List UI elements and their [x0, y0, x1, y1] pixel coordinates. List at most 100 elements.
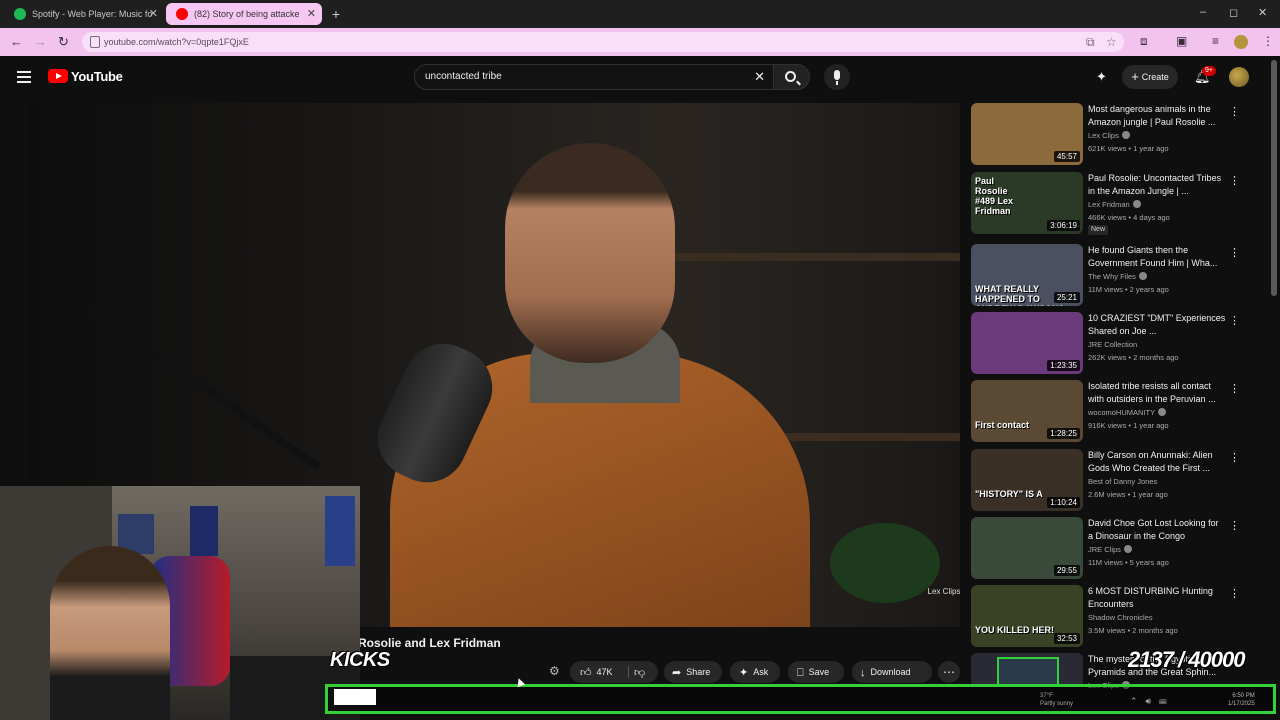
recommendation-channel[interactable]: Lex Clips: [1088, 131, 1130, 140]
recommendation-item[interactable]: WHAT REALLY HAPPENED TO ANDREW DAWSON?25…: [971, 244, 1261, 306]
create-label: Create: [1141, 72, 1169, 82]
video-thumbnail[interactable]: 1:23:35: [971, 312, 1083, 374]
forward-icon[interactable]: →: [34, 34, 47, 49]
address-bar[interactable]: youtube.com/watch?v=0qpte1FQjxE ⧉ ☆: [82, 32, 1124, 52]
notification-badge: 9+: [1202, 66, 1216, 76]
extensions-icon[interactable]: ⧈: [1140, 34, 1148, 49]
more-actions-button[interactable]: ⋯: [938, 661, 960, 683]
recommendation-meta: 3.5M views • 2 months ago: [1088, 626, 1178, 635]
page-scrollbar[interactable]: [1271, 60, 1277, 296]
ask-button[interactable]: ✦ Ask: [730, 661, 780, 683]
recommendation-title[interactable]: Paul Rosolie: Uncontacted Tribes in the …: [1088, 172, 1226, 198]
microphone-icon: [834, 70, 840, 85]
recommendation-item[interactable]: 29:55 David Choe Got Lost Looking for a D…: [971, 517, 1261, 579]
video-thumbnail[interactable]: Paul Rosolie #489 Lex Fridman 3:06:19: [971, 172, 1083, 234]
install-app-icon[interactable]: ⧉: [1086, 35, 1095, 50]
channel-watermark[interactable]: Lex Clips: [926, 587, 960, 597]
close-window-button[interactable]: ✕: [1258, 6, 1267, 19]
more-vertical-icon[interactable]: ⋮: [1229, 105, 1240, 118]
recommendation-item[interactable]: First contact 1:28:25 Isolated tribe resis…: [971, 380, 1261, 442]
share-label: Share: [686, 667, 711, 677]
recommendation-item[interactable]: 1:23:35 10 CRAZIEST "DMT" Experiences Sha…: [971, 312, 1261, 374]
tab-title: Spotify - Web Player: Music fo: [32, 9, 153, 19]
youtube-logo-icon[interactable]: [48, 69, 68, 83]
recommendation-channel[interactable]: The Why Files: [1088, 272, 1147, 281]
video-thumbnail[interactable]: WHAT REALLY HAPPENED TO ANDREW DAWSON?25…: [971, 244, 1083, 306]
recommendation-title[interactable]: He found Giants then the Government Foun…: [1088, 244, 1226, 270]
recommendation-channel[interactable]: Best of Danny Jones: [1088, 477, 1157, 486]
recommendation-title[interactable]: Most dangerous animals in the Amazon jun…: [1088, 103, 1226, 129]
recommendation-meta: 11M views • 2 years ago: [1088, 285, 1169, 294]
menu-icon[interactable]: [17, 71, 31, 83]
browser-tab-youtube[interactable]: (82) Story of being attacke ✕: [166, 3, 322, 25]
browser-menu-icon[interactable]: ⋮: [1262, 34, 1274, 48]
browser-profile-avatar[interactable]: [1234, 35, 1248, 49]
recommendation-item[interactable]: Paul Rosolie #489 Lex Fridman 3:06:19 Paul…: [971, 172, 1261, 235]
clock-date: 1/17/2025: [1228, 701, 1255, 707]
subscribe-bell-icon[interactable]: ⚙︎: [549, 664, 560, 678]
back-icon[interactable]: ←: [10, 34, 23, 49]
youtube-wordmark[interactable]: YouTube: [71, 69, 123, 84]
more-vertical-icon[interactable]: ⋮: [1229, 314, 1240, 327]
sidebar-icon[interactable]: ▣: [1176, 34, 1187, 48]
more-vertical-icon[interactable]: ⋮: [1229, 451, 1240, 464]
recommendation-channel[interactable]: JRE Clips: [1088, 545, 1132, 554]
download-button[interactable]: ↓ Download: [852, 661, 932, 683]
account-avatar[interactable]: [1229, 67, 1249, 87]
more-vertical-icon[interactable]: ⋮: [1229, 519, 1240, 532]
extension-puzzle-icon[interactable]: ✦: [1096, 69, 1107, 85]
channel-name: Shadow Chronicles: [1088, 613, 1153, 622]
recommendation-item[interactable]: 45:57 Most dangerous animals in the Amazo…: [971, 103, 1261, 165]
reading-list-icon[interactable]: ≡: [1212, 34, 1219, 48]
minimize-button[interactable]: –: [1200, 6, 1206, 18]
recommendation-channel[interactable]: JRE Collection: [1088, 340, 1137, 349]
voice-search-button[interactable]: [824, 64, 850, 90]
recommendation-channel[interactable]: wocomoHUMANITY: [1088, 408, 1167, 417]
site-info-icon[interactable]: [90, 36, 100, 48]
taskbar-clock[interactable]: 6:50 PM 1/17/2025: [1228, 692, 1255, 708]
recommendation-channel[interactable]: Lex Fridman: [1088, 200, 1141, 209]
weather-desc: Partly sunny: [1040, 701, 1074, 707]
new-tab-button[interactable]: +: [326, 4, 346, 24]
progress-fill: [334, 689, 376, 705]
create-button[interactable]: + Create: [1122, 65, 1178, 89]
bookmark-star-icon[interactable]: ☆: [1106, 35, 1117, 49]
recommendation-title[interactable]: David Choe Got Lost Looking for a Dinosa…: [1088, 517, 1226, 543]
channel-name: Lex Clips: [1088, 131, 1119, 140]
video-thumbnail[interactable]: YOU KILLED HER! 32:53: [971, 585, 1083, 647]
video-thumbnail[interactable]: 45:57: [971, 103, 1083, 165]
search-button[interactable]: [774, 64, 810, 90]
channel-name: JRE Collection: [1088, 340, 1138, 349]
video-thumbnail[interactable]: "HISTORY" IS A 1:10:24: [971, 449, 1083, 511]
reload-icon[interactable]: ↻: [58, 34, 69, 50]
more-vertical-icon[interactable]: ⋮: [1229, 246, 1240, 259]
taskbar-tray-icons[interactable]: ⌃🔊︎⌨︎: [1130, 696, 1174, 707]
recommendation-title[interactable]: 6 MOST DISTURBING Hunting Encounters: [1088, 585, 1226, 611]
video-shelf: [670, 253, 960, 261]
share-button[interactable]: ➦ Share: [664, 661, 722, 683]
video-thumbnail[interactable]: First contact 1:28:25: [971, 380, 1083, 442]
video-duration: 1:23:35: [1047, 360, 1080, 371]
highlighted-thumbnail: [997, 657, 1059, 687]
clear-search-icon[interactable]: ✕: [754, 65, 765, 89]
recommendation-item[interactable]: "HISTORY" IS A 1:10:24 Billy Carson on Anu…: [971, 449, 1261, 511]
recommendation-title[interactable]: Isolated tribe resists all contact with …: [1088, 380, 1226, 406]
video-duration: 29:55: [1053, 565, 1080, 576]
more-vertical-icon[interactable]: ⋮: [1229, 587, 1240, 600]
search-input[interactable]: uncontacted tribe ✕: [414, 64, 774, 90]
close-tab-icon[interactable]: ✕: [149, 3, 158, 25]
video-thumbnail[interactable]: 29:55: [971, 517, 1083, 579]
maximize-button[interactable]: ◻: [1229, 6, 1238, 19]
more-vertical-icon[interactable]: ⋮: [1229, 174, 1240, 187]
browser-tab-spotify[interactable]: Spotify - Web Player: Music fo ✕: [4, 3, 164, 25]
recommendation-item[interactable]: YOU KILLED HER! 32:53 6 MOST DISTURBING Hu…: [971, 585, 1261, 647]
recommendation-title[interactable]: 10 CRAZIEST "DMT" Experiences Shared on …: [1088, 312, 1226, 338]
close-tab-icon[interactable]: ✕: [307, 3, 316, 25]
more-vertical-icon[interactable]: ⋮: [1229, 382, 1240, 395]
like-button[interactable]: 👍︎ 47K: [580, 661, 613, 684]
dislike-button[interactable]: 👎︎: [634, 661, 650, 684]
recommendation-title[interactable]: Billy Carson on Anunnaki: Alien Gods Who…: [1088, 449, 1226, 475]
like-count: 47K: [596, 667, 613, 677]
save-button[interactable]: ⎕ Save: [788, 661, 844, 683]
recommendation-channel[interactable]: Shadow Chronicles: [1088, 613, 1153, 622]
